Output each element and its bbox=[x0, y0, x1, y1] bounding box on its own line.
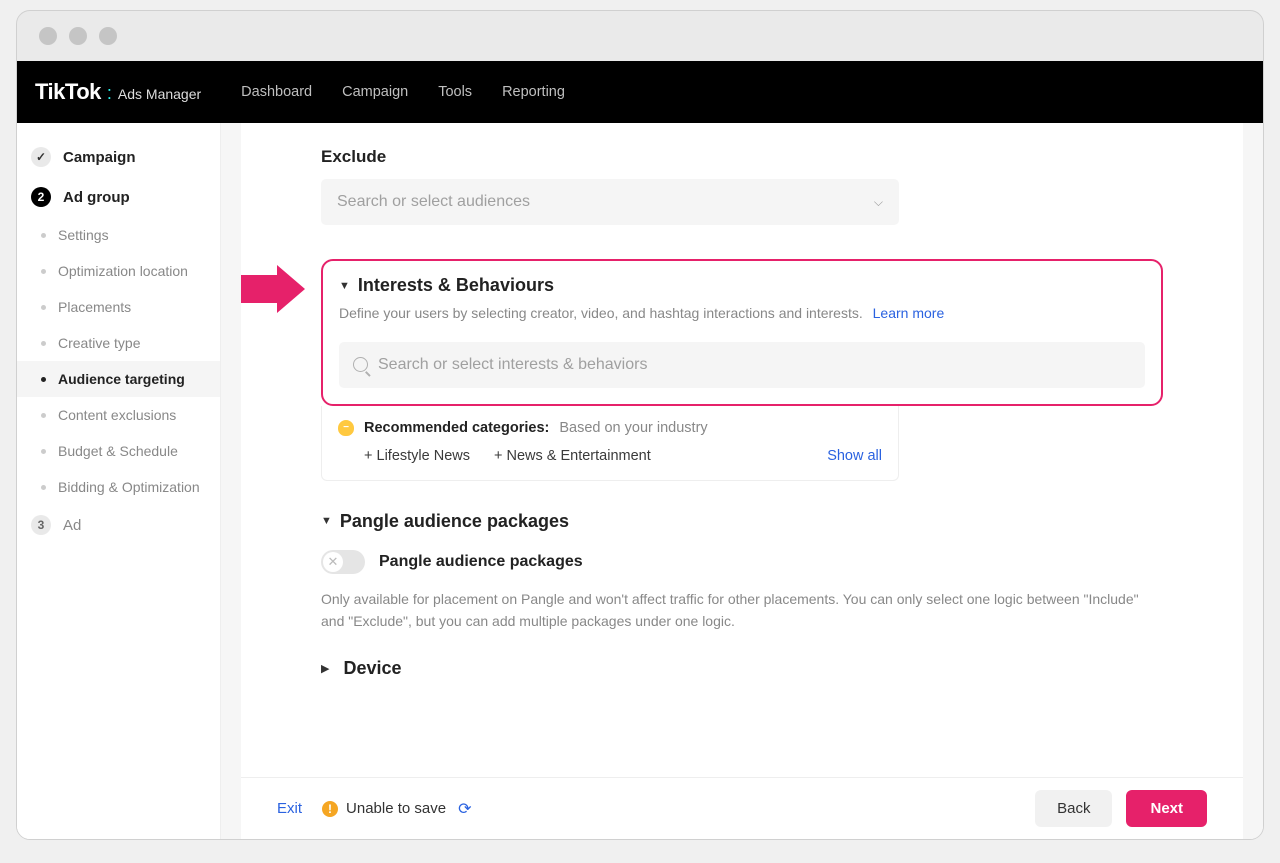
recommended-chips: + Lifestyle News + News & Entertainment … bbox=[364, 448, 882, 464]
sidebar-item-label: Budget & Schedule bbox=[58, 443, 178, 459]
sidebar: ✓ Campaign 2 Ad group Settings Optimizat… bbox=[17, 123, 221, 839]
bullet-icon bbox=[41, 233, 46, 238]
lightbulb-icon: − bbox=[338, 420, 354, 436]
sidebar-item-bidding-optimization[interactable]: Bidding & Optimization bbox=[17, 469, 220, 505]
pangle-description: Only available for placement on Pangle a… bbox=[321, 588, 1141, 633]
chevron-down-icon: ⌵ bbox=[874, 195, 883, 210]
device-header[interactable]: ▶ Device bbox=[321, 658, 1163, 679]
sidebar-item-audience-targeting[interactable]: Audience targeting bbox=[17, 361, 220, 397]
brand-subtitle: Ads Manager bbox=[118, 86, 201, 102]
sidebar-item-optimization-location[interactable]: Optimization location bbox=[17, 253, 220, 289]
brand-logo: TikTok bbox=[35, 79, 101, 105]
sidebar-step-label: Campaign bbox=[63, 149, 136, 166]
recommended-subtext: Based on your industry bbox=[559, 420, 707, 436]
sidebar-step-label: Ad group bbox=[63, 189, 130, 206]
sidebar-step-ad[interactable]: 3 Ad bbox=[17, 505, 220, 545]
interests-header[interactable]: ▼ Interests & Behaviours bbox=[339, 275, 1145, 296]
sidebar-item-budget-schedule[interactable]: Budget & Schedule bbox=[17, 433, 220, 469]
sidebar-item-label: Content exclusions bbox=[58, 407, 176, 423]
nav-tools[interactable]: Tools bbox=[438, 84, 472, 100]
nav-dashboard[interactable]: Dashboard bbox=[241, 84, 312, 100]
window-dot bbox=[99, 27, 117, 45]
triangle-right-icon: ▶ bbox=[321, 662, 329, 675]
sidebar-item-content-exclusions[interactable]: Content exclusions bbox=[17, 397, 220, 433]
save-status: ! Unable to save ⟳ bbox=[322, 799, 471, 819]
bullet-icon bbox=[41, 341, 46, 346]
interests-title: Interests & Behaviours bbox=[358, 275, 554, 296]
pangle-toggle-label: Pangle audience packages bbox=[379, 553, 583, 571]
app-header: TikTok : Ads Manager Dashboard Campaign … bbox=[17, 61, 1263, 123]
nav-campaign[interactable]: Campaign bbox=[342, 84, 408, 100]
step-number-icon: 2 bbox=[31, 187, 51, 207]
nav-reporting[interactable]: Reporting bbox=[502, 84, 565, 100]
warning-icon: ! bbox=[322, 801, 338, 817]
sidebar-item-label: Placements bbox=[58, 299, 131, 315]
sidebar-item-settings[interactable]: Settings bbox=[17, 217, 220, 253]
recommended-card: − Recommended categories: Based on your … bbox=[321, 406, 899, 481]
step-number-icon: 3 bbox=[31, 515, 51, 535]
device-title: Device bbox=[343, 658, 401, 679]
brand: TikTok : Ads Manager bbox=[35, 79, 201, 105]
brand-dots-icon: : bbox=[107, 83, 112, 104]
window-titlebar bbox=[17, 11, 1263, 61]
learn-more-link[interactable]: Learn more bbox=[873, 305, 945, 321]
footer-bar: Exit ! Unable to save ⟳ Back Next bbox=[241, 777, 1243, 839]
footer-actions: Back Next bbox=[1035, 790, 1207, 827]
search-icon bbox=[353, 357, 368, 372]
device-section: ▶ Device bbox=[321, 658, 1163, 679]
sidebar-item-label: Optimization location bbox=[58, 263, 188, 279]
bullet-icon bbox=[41, 413, 46, 418]
save-status-text: Unable to save bbox=[346, 800, 446, 817]
sidebar-item-label: Creative type bbox=[58, 335, 140, 351]
triangle-down-icon: ▼ bbox=[339, 280, 350, 292]
recommended-label: Recommended categories: bbox=[364, 420, 549, 436]
pangle-title: Pangle audience packages bbox=[340, 511, 569, 532]
exclude-placeholder: Search or select audiences bbox=[337, 193, 530, 211]
top-nav: Dashboard Campaign Tools Reporting bbox=[241, 84, 565, 100]
chip-news-entertainment[interactable]: + News & Entertainment bbox=[494, 448, 651, 464]
sidebar-step-label: Ad bbox=[63, 517, 81, 534]
next-button[interactable]: Next bbox=[1126, 790, 1207, 827]
pangle-header[interactable]: ▼ Pangle audience packages bbox=[321, 511, 1163, 532]
exclude-audience-select[interactable]: Search or select audiences ⌵ bbox=[321, 179, 899, 225]
app-root: TikTok : Ads Manager Dashboard Campaign … bbox=[17, 61, 1263, 839]
interests-description: Define your users by selecting creator, … bbox=[339, 304, 1145, 324]
refresh-icon[interactable]: ⟳ bbox=[458, 799, 471, 819]
sidebar-step-campaign[interactable]: ✓ Campaign bbox=[17, 137, 220, 177]
sidebar-item-placements[interactable]: Placements bbox=[17, 289, 220, 325]
bullet-icon bbox=[41, 305, 46, 310]
pangle-toggle-row: ✕ Pangle audience packages bbox=[321, 550, 1163, 574]
pangle-toggle[interactable]: ✕ bbox=[321, 550, 365, 574]
toggle-knob-icon: ✕ bbox=[323, 552, 343, 572]
callout-arrow-icon bbox=[241, 265, 307, 313]
sidebar-item-label: Bidding & Optimization bbox=[58, 479, 200, 495]
pangle-section: ▼ Pangle audience packages ✕ Pangle audi… bbox=[321, 511, 1163, 633]
exit-link[interactable]: Exit bbox=[277, 800, 302, 817]
chip-lifestyle-news[interactable]: + Lifestyle News bbox=[364, 448, 470, 464]
triangle-down-icon: ▼ bbox=[321, 515, 332, 527]
sidebar-step-adgroup[interactable]: 2 Ad group bbox=[17, 177, 220, 217]
sidebar-item-label: Audience targeting bbox=[58, 371, 185, 387]
bullet-icon bbox=[41, 377, 46, 382]
interests-search-input[interactable]: Search or select interests & behaviors bbox=[339, 342, 1145, 388]
content-scroll: Exclude Search or select audiences ⌵ ▼ I… bbox=[241, 123, 1243, 777]
exclude-title: Exclude bbox=[321, 147, 1163, 167]
sidebar-item-label: Settings bbox=[58, 227, 109, 243]
bullet-icon bbox=[41, 485, 46, 490]
sidebar-item-creative-type[interactable]: Creative type bbox=[17, 325, 220, 361]
interests-search-placeholder: Search or select interests & behaviors bbox=[378, 356, 647, 374]
back-button[interactable]: Back bbox=[1035, 790, 1112, 827]
window-dot bbox=[69, 27, 87, 45]
show-all-link[interactable]: Show all bbox=[827, 448, 882, 464]
window-dot bbox=[39, 27, 57, 45]
browser-window: TikTok : Ads Manager Dashboard Campaign … bbox=[16, 10, 1264, 840]
main-area: Exclude Search or select audiences ⌵ ▼ I… bbox=[221, 123, 1263, 839]
bullet-icon bbox=[41, 269, 46, 274]
check-icon: ✓ bbox=[31, 147, 51, 167]
interests-section-highlight: ▼ Interests & Behaviours Define your use… bbox=[321, 259, 1163, 406]
bullet-icon bbox=[41, 449, 46, 454]
recommended-header: − Recommended categories: Based on your … bbox=[338, 420, 882, 436]
